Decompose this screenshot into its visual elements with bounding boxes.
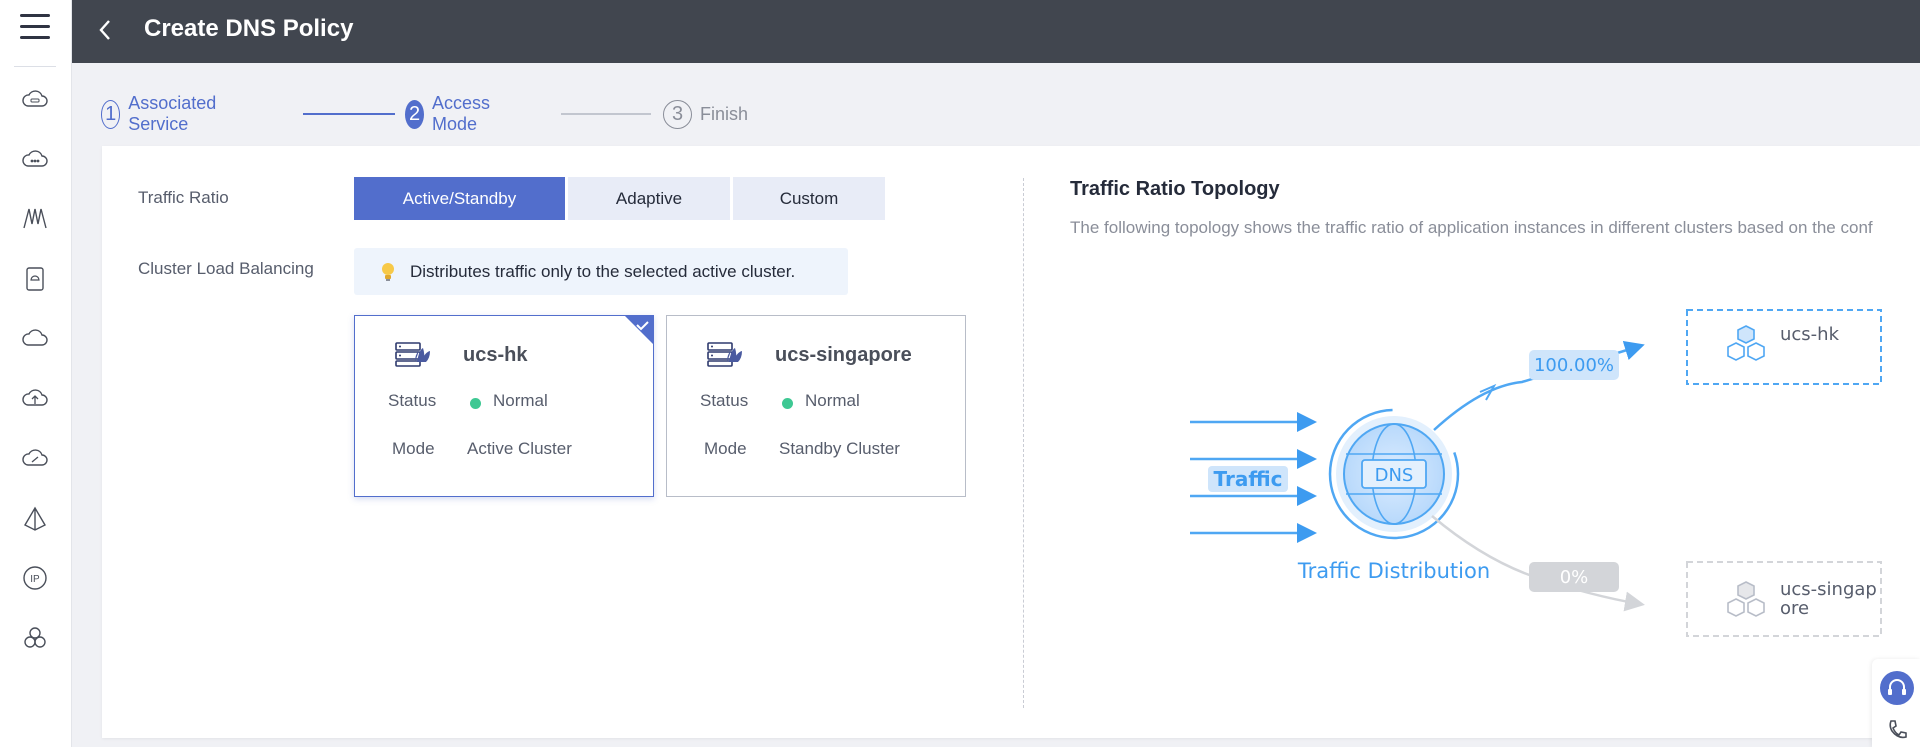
traffic-ratio-selector: Active/Standby Adaptive Custom [354, 177, 888, 220]
step-number: 3 [663, 99, 692, 129]
info-tip: Distributes traffic only to the selected… [354, 248, 848, 295]
standby-ratio-value: 0% [1560, 567, 1589, 588]
cloud-sync-icon[interactable] [21, 445, 49, 473]
cloud-cce-icon[interactable] [21, 86, 49, 114]
traffic-distribution-label: Traffic Distribution [1297, 559, 1490, 583]
status-value: Normal [493, 391, 548, 410]
target-name-ucs-singapore-line2: ore [1780, 598, 1809, 619]
pyramid-icon[interactable] [21, 505, 49, 533]
target-box-ucs-hk [1686, 309, 1882, 385]
step-connector [561, 113, 651, 115]
topology-title: Traffic Ratio Topology [1070, 178, 1280, 200]
step-label: Associated Service [128, 93, 217, 134]
hexagon-cluster-icon[interactable] [21, 624, 49, 652]
cluster-load-balancing-label: Cluster Load Balancing [138, 259, 314, 278]
tip-text: Distributes traffic only to the selected… [410, 261, 796, 281]
back-arrow-icon[interactable] [94, 16, 116, 44]
panel-divider [1023, 178, 1024, 708]
step-number: 2 [405, 99, 424, 129]
cluster-name: ucs-hk [463, 344, 528, 366]
mode-key: Mode [392, 439, 435, 458]
step-connector [303, 113, 395, 115]
topology-description: The following topology shows the traffic… [1070, 218, 1873, 237]
network-icon[interactable] [21, 204, 49, 232]
lightbulb-icon [382, 262, 394, 281]
dns-label: DNS [1375, 465, 1414, 486]
step-associated-service[interactable]: 1 Associated Service [101, 93, 226, 134]
container-icon[interactable] [21, 265, 49, 293]
traffic-topology-diagram: Traffic DNS Traffic Distribution 100.00%… [1190, 309, 1882, 637]
status-value: Normal [805, 391, 860, 410]
cluster-name: ucs-singapore [775, 344, 912, 366]
cloud-icon[interactable] [21, 325, 49, 353]
target-name-ucs-hk: ucs-hk [1780, 324, 1840, 345]
status-key: Status [388, 391, 437, 410]
cloud-ucs-icon[interactable] [21, 146, 49, 174]
step-finish[interactable]: 3 Finish [663, 99, 748, 129]
traffic-label: Traffic [1214, 467, 1283, 491]
status-dot [782, 398, 793, 409]
step-access-mode[interactable]: 2 Access Mode [405, 93, 500, 134]
step-label: Finish [700, 103, 749, 124]
svg-text:IP: IP [30, 574, 40, 585]
option-active-standby[interactable]: Active/Standby [354, 177, 565, 220]
status-dot [470, 398, 481, 409]
traffic-ratio-label: Traffic Ratio [138, 188, 229, 207]
rail-divider [14, 66, 56, 67]
phone-icon[interactable] [1886, 719, 1908, 741]
cluster-server-icon [395, 342, 430, 367]
hamburger-menu-icon[interactable] [20, 14, 50, 42]
option-custom[interactable]: Custom [733, 177, 885, 220]
page-title: Create DNS Policy [144, 15, 354, 42]
status-key: Status [700, 391, 749, 410]
selected-check-icon [625, 316, 653, 344]
cluster-server-icon [707, 342, 742, 367]
cloud-upload-icon[interactable] [21, 385, 49, 413]
option-adaptive[interactable]: Adaptive [568, 177, 730, 220]
active-ratio-value: 100.00% [1534, 355, 1614, 376]
page-header: Create DNS Policy [72, 0, 1920, 63]
floating-help-panel [1872, 659, 1920, 747]
form-card: Traffic Ratio Active/Standby Adaptive Cu… [102, 146, 1920, 738]
target-name-ucs-singapore-line1: ucs-singap [1780, 579, 1877, 600]
left-nav-rail: IP [0, 0, 72, 747]
mode-value: Active Cluster [467, 439, 572, 458]
cluster-card-ucs-singapore[interactable]: ucs-singapore Status Normal Mode Standby… [666, 315, 966, 497]
step-number: 1 [101, 99, 121, 129]
mode-value: Standby Cluster [779, 439, 900, 458]
headset-support-icon[interactable] [1880, 671, 1914, 705]
ip-icon[interactable]: IP [21, 564, 49, 592]
mode-key: Mode [704, 439, 747, 458]
cluster-card-ucs-hk[interactable]: ucs-hk Status Normal Mode Active Cluster [354, 315, 654, 497]
step-label: Access Mode [432, 93, 491, 134]
